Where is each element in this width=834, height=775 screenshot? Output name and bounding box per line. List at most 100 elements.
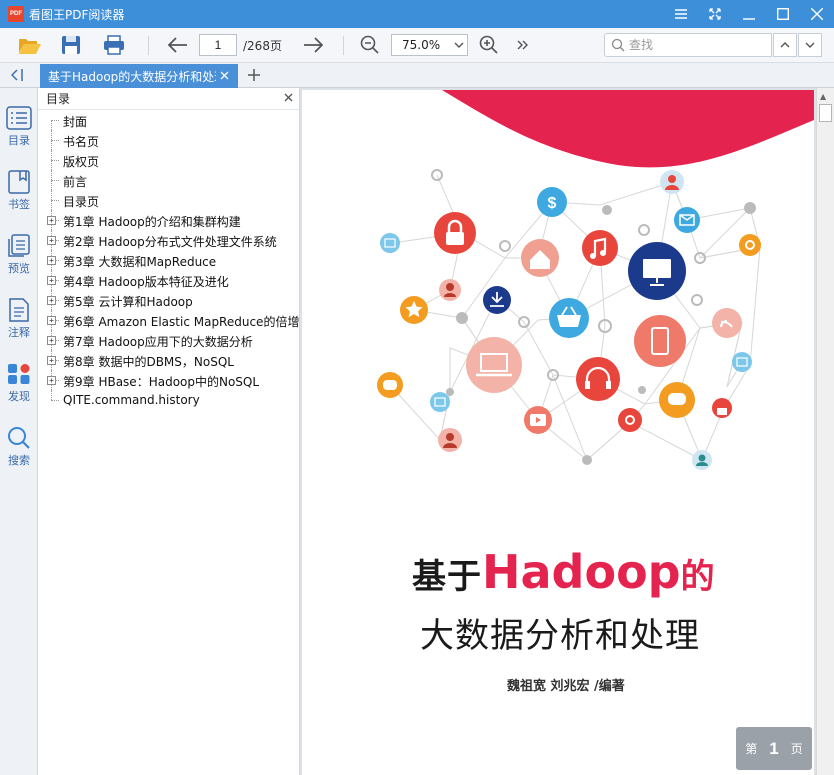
expand-icon[interactable]: + (47, 356, 56, 365)
rail-item-discover[interactable]: 发现 (0, 360, 38, 416)
star-icon (400, 296, 428, 324)
chevron-down-icon (451, 40, 467, 51)
headphones-icon (576, 357, 620, 401)
toc-item[interactable]: + 第1章 Hadoop的介绍和集群构建 (38, 210, 300, 230)
page-indicator-prefix: 第 (745, 742, 758, 756)
avatar-icon (660, 170, 684, 194)
document-tab[interactable]: 基于Hadoop的大数据分析和处理 (40, 64, 238, 88)
rail-item-preview[interactable]: 预览 (0, 232, 38, 288)
toc-item[interactable]: + 第7章 Hadoop应用下的大数据分析 (38, 330, 300, 350)
expand-icon[interactable]: + (47, 316, 56, 325)
mail-icon (380, 233, 400, 253)
tab-close-icon[interactable] (220, 69, 229, 84)
tree-connector (51, 160, 59, 161)
cover-title-line1: 基于Hadoop的 (412, 545, 732, 599)
rail-label: 搜索 (8, 454, 30, 467)
document-view[interactable]: $ 基于Hadoop的 大数据分析和处理 魏祖宽 刘兆宏 /编著 ▲ (300, 88, 834, 775)
expand-icon[interactable]: + (47, 336, 56, 345)
search-icon (611, 38, 625, 52)
pdf-page: $ 基于Hadoop的 大数据分析和处理 魏祖宽 刘兆宏 /编著 (302, 90, 814, 775)
cover-title-line2: 大数据分析和处理 (420, 616, 700, 656)
rail-label: 预览 (8, 262, 30, 275)
page-indicator-number: 1 (769, 738, 779, 758)
previous-page-icon[interactable] (165, 33, 191, 57)
rail-label: 发现 (8, 390, 30, 403)
scrollbar-thumb[interactable] (819, 104, 832, 122)
rail-item-annotations[interactable]: 注释 (0, 296, 38, 352)
toc-item[interactable]: 书名页 (38, 130, 300, 150)
rail-item-search[interactable]: 搜索 (0, 424, 38, 480)
toc-item[interactable]: + 第5章 云计算和Hadoop (38, 290, 300, 310)
note-icon (9, 298, 29, 322)
toc-item[interactable]: 目录页 (38, 190, 300, 210)
app-logo-icon: PDF (8, 6, 24, 22)
toc-item[interactable]: + 第4章 Hadoop版本特征及进化 (38, 270, 300, 290)
toc-item-label: 书名页 (63, 135, 100, 149)
minimize-icon[interactable] (732, 0, 766, 28)
toc-item-label: 第3章 大数据和MapReduce (63, 255, 217, 269)
toc-item[interactable]: + 第3章 大数据和MapReduce (38, 250, 300, 270)
toc-item[interactable]: QITE.command.history (38, 390, 300, 410)
dollar-icon: $ (537, 187, 567, 217)
toc-item[interactable]: + 第8章 数据中的DBMS，NoSQL (38, 350, 300, 370)
toc-header: 目录 (38, 88, 299, 110)
scroll-up-icon[interactable]: ▲ (820, 92, 826, 101)
search-previous-button[interactable] (773, 33, 797, 57)
page-indicator-suffix: 页 (790, 742, 803, 756)
tree-connector (51, 390, 52, 400)
print-icon[interactable] (101, 33, 127, 57)
toc-item[interactable]: 封面 (38, 110, 300, 130)
list-icon (6, 106, 32, 130)
collapse-sidebar-icon[interactable] (8, 66, 28, 84)
tree-connector (51, 120, 59, 121)
search-input[interactable] (629, 38, 759, 52)
mail-icon (674, 207, 700, 233)
menu-icon[interactable] (664, 0, 698, 28)
chevron-down-icon (805, 42, 815, 48)
expand-icon[interactable]: + (47, 236, 56, 245)
toc-list: 封面 书名页 版权页 前言 目录页 + 第1章 Hadoop的介绍和集群构建 + 第2章 Had… (38, 110, 300, 410)
expand-icon[interactable]: + (47, 216, 56, 225)
toc-panel: 目录 封面 书名页 版权页 前言 目录页 + 第1章 Hadoop的介绍和集群构建 + 第2章 … (38, 88, 300, 775)
toolbar-divider (343, 36, 344, 55)
zoom-out-icon[interactable] (357, 33, 383, 57)
maximize-icon[interactable] (766, 0, 800, 28)
toc-item-label: 第6章 Amazon Elastic MapReduce的倍增和 (63, 315, 300, 329)
play-icon (524, 406, 552, 434)
close-icon[interactable] (800, 0, 834, 28)
zoom-select[interactable]: 75.0% (391, 34, 468, 56)
add-tab-icon[interactable] (245, 65, 263, 85)
page-indicator-badge: 第 1 页 (736, 727, 812, 770)
toc-title: 目录 (46, 92, 71, 106)
vertical-scrollbar[interactable]: ▲ (816, 88, 834, 775)
toc-item[interactable]: 前言 (38, 170, 300, 190)
toc-item-label: 第5章 云计算和Hadoop (63, 295, 193, 309)
chat-icon (377, 372, 403, 398)
toc-item[interactable]: + 第6章 Amazon Elastic MapReduce的倍增和 (38, 310, 300, 330)
svg-text:$: $ (548, 195, 557, 212)
close-icon[interactable] (284, 91, 293, 106)
expand-icon[interactable]: + (47, 296, 56, 305)
fullscreen-icon[interactable] (698, 0, 732, 28)
save-icon[interactable] (58, 33, 84, 57)
toc-item[interactable]: + 第9章 HBase：Hadoop中的NoSQL (38, 370, 300, 390)
expand-icon[interactable]: + (47, 276, 56, 285)
open-folder-icon[interactable] (17, 33, 43, 57)
next-page-icon[interactable] (300, 33, 326, 57)
avatar-icon (438, 428, 462, 452)
expand-icon[interactable]: + (47, 376, 56, 385)
toc-item[interactable]: 版权页 (38, 150, 300, 170)
search-field[interactable] (604, 33, 772, 57)
expand-icon[interactable]: + (47, 256, 56, 265)
music-icon (582, 230, 618, 266)
toc-item-label: 第4章 Hadoop版本特征及进化 (63, 275, 229, 289)
page-number-input[interactable]: 1 (199, 34, 237, 56)
toc-item[interactable]: + 第2章 Hadoop分布式文件处理文件系统 (38, 230, 300, 250)
toc-item-label: 第2章 Hadoop分布式文件处理文件系统 (63, 235, 277, 249)
rail-item-toc[interactable]: 目录 (0, 104, 38, 160)
more-tools-icon[interactable] (510, 33, 536, 57)
search-next-button[interactable] (798, 33, 822, 57)
rail-item-bookmarks[interactable]: 书签 (0, 168, 38, 224)
zoom-in-icon[interactable] (476, 33, 502, 57)
window-title: 看图王PDF阅读器 (29, 7, 125, 22)
